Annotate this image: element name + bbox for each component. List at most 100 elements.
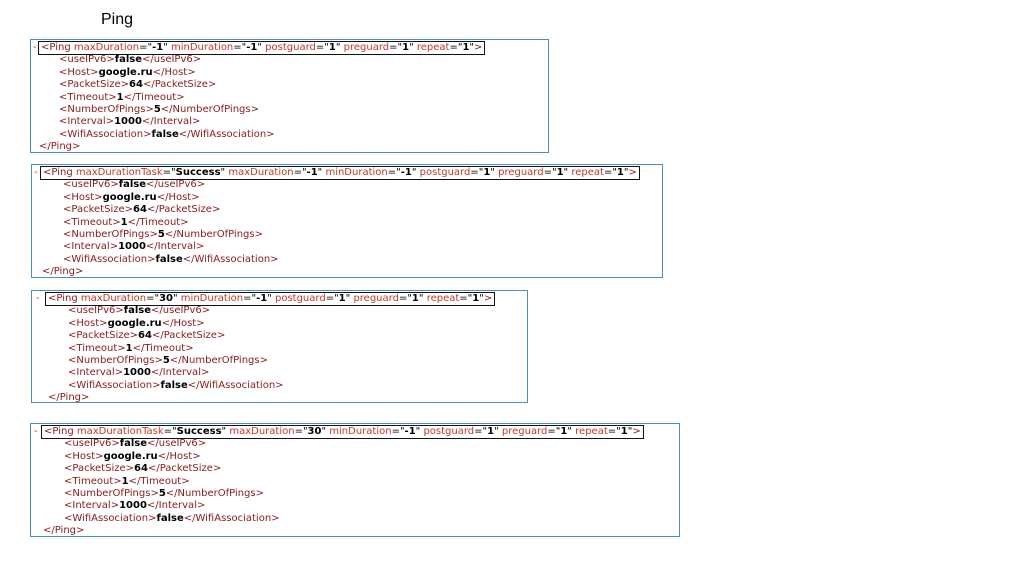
tag-bracket: </	[165, 488, 178, 499]
attr-name: repeat	[571, 167, 604, 178]
tag-value: false	[160, 379, 188, 391]
collapse-toggle[interactable]: -	[34, 426, 38, 438]
tag-name: Interval	[67, 116, 106, 128]
tag-value: 5	[153, 104, 161, 115]
tag-name: Ping	[59, 392, 82, 404]
attr-quote: "	[494, 426, 499, 437]
attr-name: maxDuration	[228, 167, 294, 178]
tag-name: NumberOfPings	[181, 355, 260, 366]
tag-name: Interval	[76, 367, 115, 379]
tag-bracket: >	[474, 42, 483, 53]
tag-bracket: </	[42, 266, 54, 278]
tag-bracket: >	[195, 241, 205, 253]
tag-bracket: >	[150, 488, 159, 499]
xml-child-line: <Host>google.ru</Host>	[63, 192, 200, 204]
xml-block: - <Ping maxDurationTask="Success" maxDura…	[31, 164, 663, 278]
attr-quote: "	[221, 426, 227, 437]
xml-child-line: <useIPv6>false</useIPv6>	[68, 305, 210, 317]
ping-close-tag: </Ping>	[43, 525, 84, 537]
tag-bracket: >	[114, 367, 124, 379]
tag-name: useIPv6	[157, 179, 197, 191]
ping-close-tag: </Ping>	[39, 141, 80, 153]
attr-quote: ="	[233, 42, 247, 53]
xml-child-line: <Host>google.ru</Host>	[64, 451, 201, 463]
tag-bracket: >	[192, 450, 201, 462]
attr-quote: "	[317, 167, 323, 178]
tag-name: Timeout	[72, 475, 114, 487]
tag-bracket: >	[191, 116, 201, 128]
attr-quote: "	[173, 293, 178, 304]
attr-name: preguard	[343, 42, 390, 53]
attr-name: maxDuration	[73, 42, 140, 53]
attr-quote: ="	[543, 167, 557, 178]
tag-name: Timeout	[144, 342, 186, 354]
attr-name: repeat	[575, 426, 608, 437]
tag-value: false	[123, 305, 152, 317]
tag-name: NumberOfPings	[176, 229, 255, 240]
xml-child-line: <NumberOfPings>5</NumberOfPings>	[68, 355, 268, 367]
xml-block: - <Ping maxDurationTask="Success" maxDura…	[30, 423, 680, 537]
tag-bracket: >	[200, 367, 210, 379]
attr-value: 1	[616, 167, 624, 178]
tag-name: Ping	[51, 167, 73, 178]
tag-bracket: >	[109, 241, 119, 253]
attr-value: -1	[404, 426, 416, 437]
tag-name: NumberOfPings	[76, 355, 155, 366]
tag-bracket: >	[108, 91, 117, 103]
tag-bracket: >	[196, 317, 205, 329]
tag-bracket: >	[270, 253, 279, 265]
attr-name: postguard	[274, 293, 326, 304]
attr-name: postguard	[419, 167, 471, 178]
xml-child-line: <WifiAssociation>false</WifiAssociation>	[64, 513, 280, 525]
tag-name: Host	[173, 317, 197, 329]
attr-value: 1	[328, 42, 336, 53]
attr-quote: ="	[470, 167, 484, 178]
tag-bracket: </	[146, 204, 159, 216]
tag-name: PacketSize	[154, 79, 208, 91]
attr-value: 30	[307, 426, 322, 437]
tag-value: 5	[162, 355, 170, 366]
tag-value: 64	[134, 463, 148, 475]
tag-bracket: </	[182, 253, 195, 265]
tag-bracket: >	[113, 475, 122, 487]
tag-bracket: >	[75, 266, 84, 278]
tag-name: WifiAssociation	[72, 512, 149, 524]
collapse-toggle[interactable]: -	[33, 42, 37, 54]
tag-bracket: >	[149, 229, 158, 240]
tag-bracket: >	[259, 355, 268, 366]
xml-child-line: <Timeout>1</Timeout>	[68, 343, 194, 355]
attr-name: maxDuration	[229, 426, 295, 437]
tag-name: NumberOfPings	[72, 488, 151, 499]
tag-bracket: </	[141, 116, 154, 128]
tag-bracket: >	[185, 342, 194, 354]
attr-quote: "	[567, 426, 572, 437]
collapse-toggle[interactable]: -	[36, 293, 40, 305]
tag-name: PacketSize	[72, 463, 126, 475]
attr-quote: ="	[139, 42, 153, 53]
attr-value: -1	[246, 42, 258, 53]
tag-bracket: >	[197, 438, 207, 450]
tag-name: Host	[67, 66, 91, 78]
collapse-toggle[interactable]: -	[34, 167, 38, 179]
xml-child-line: <useIPv6>false</useIPv6>	[63, 179, 205, 191]
tag-value: false	[156, 512, 184, 524]
tag-name: Interval	[158, 500, 197, 512]
tag-value: 64	[133, 204, 147, 216]
tag-name: Interval	[162, 367, 201, 379]
tag-name: NumberOfPings	[71, 229, 150, 240]
tag-name: Ping	[52, 426, 74, 437]
attr-quote: "	[415, 426, 421, 437]
tag-name: NumberOfPings	[177, 488, 256, 499]
attr-name: minDuration	[180, 293, 244, 304]
attr-quote: ="	[398, 293, 412, 304]
xml-block: - <Ping maxDuration="30" minDuration="-1"…	[31, 290, 528, 403]
tag-bracket: </	[160, 104, 173, 115]
attr-name: maxDurationTask	[75, 167, 163, 178]
tag-value: 1	[120, 216, 128, 228]
attr-value: -1	[400, 167, 412, 178]
tag-bracket: >	[154, 355, 163, 366]
ping-close-tag: </Ping>	[42, 266, 83, 278]
tag-bracket: >	[271, 512, 280, 524]
tag-name: WifiAssociation	[71, 253, 148, 265]
ping-open-tag: <Ping maxDuration="-1" minDuration="-1" …	[37, 41, 486, 55]
